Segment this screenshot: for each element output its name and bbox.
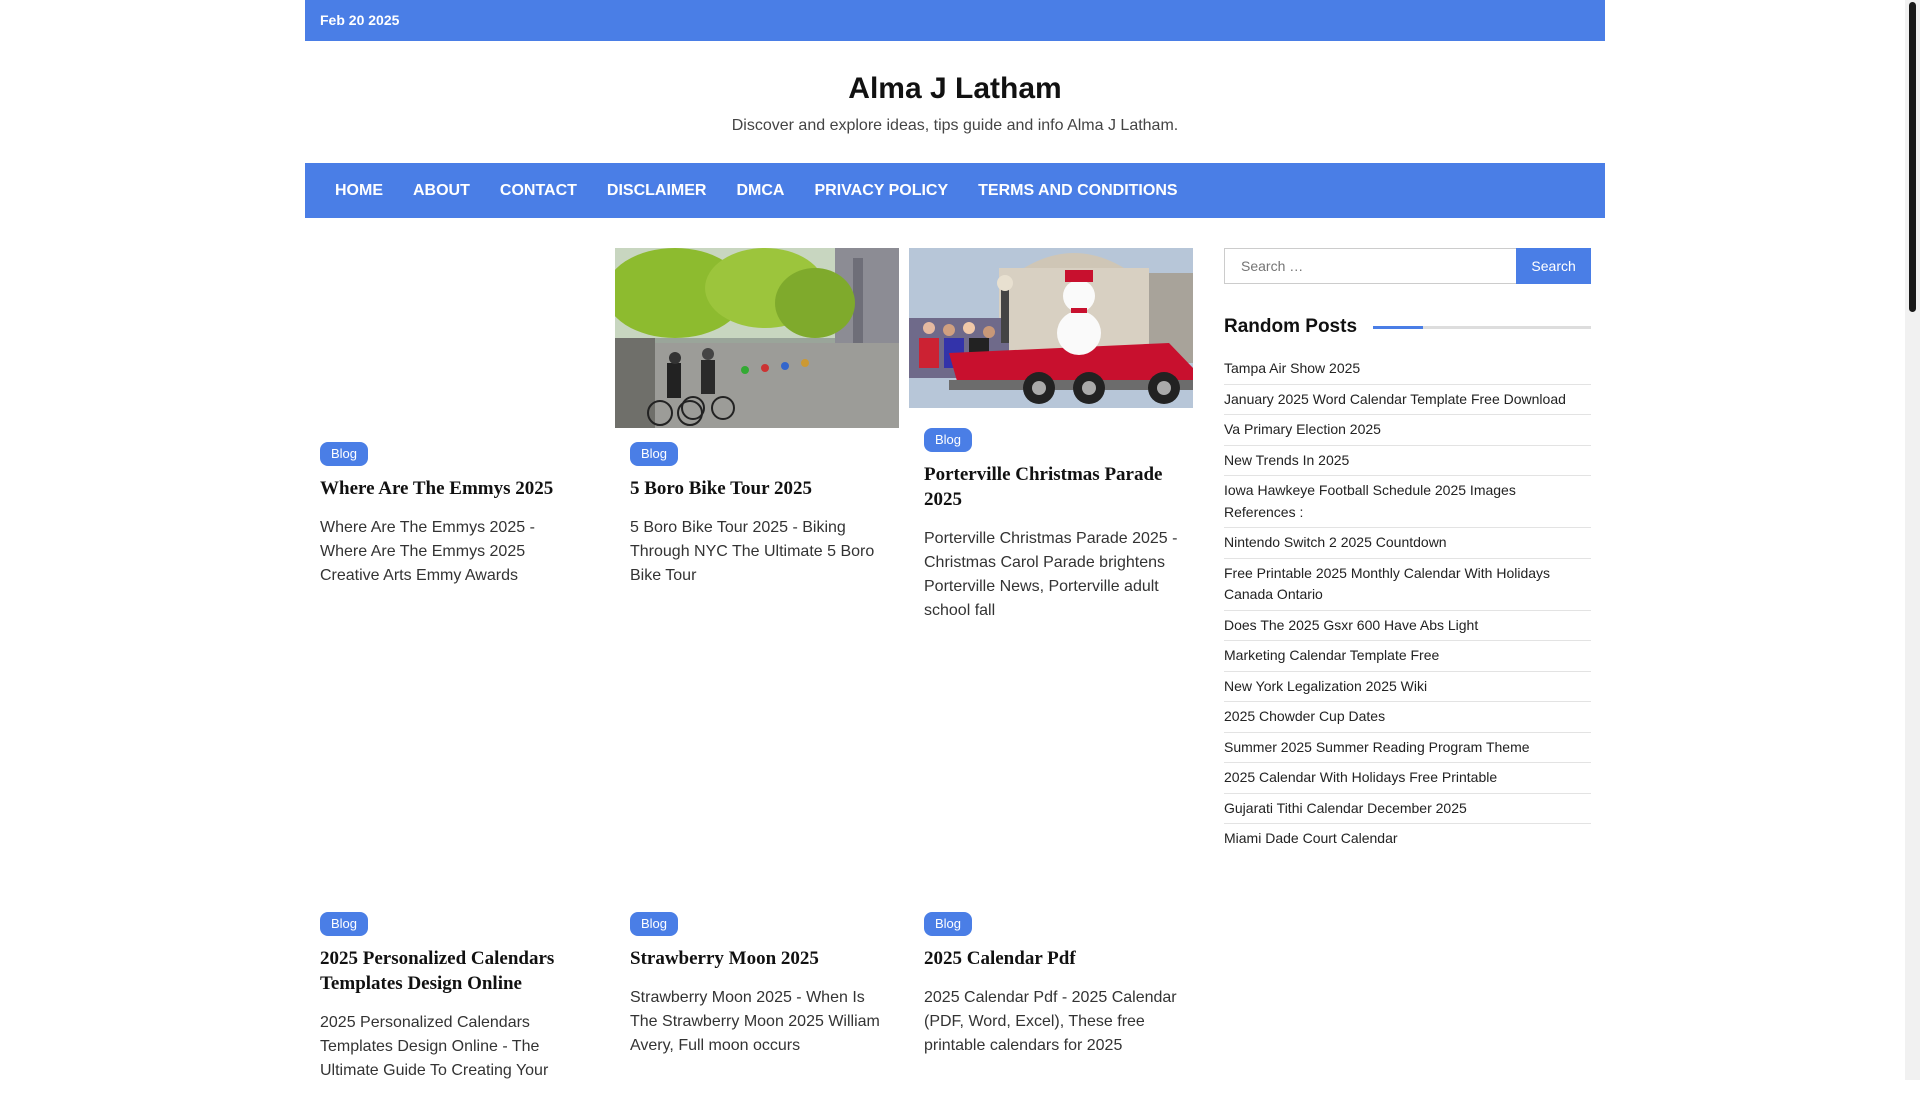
category-badge[interactable]: Blog bbox=[630, 912, 679, 936]
post-thumbnail-cyclists[interactable] bbox=[615, 248, 899, 428]
random-post-link[interactable]: Marketing Calendar Template Free bbox=[1224, 641, 1591, 672]
parade-float-photo-icon bbox=[909, 248, 1193, 408]
top-bar: Feb 20 2025 bbox=[305, 0, 1605, 41]
post-title[interactable]: Strawberry Moon 2025 bbox=[630, 946, 893, 971]
post-excerpt: Strawberry Moon 2025 - When Is The Straw… bbox=[630, 989, 880, 1054]
widget-heading: Random Posts bbox=[1224, 316, 1358, 337]
post-title[interactable]: 2025 Calendar Pdf bbox=[924, 946, 1187, 971]
category-badge[interactable]: Blog bbox=[630, 442, 679, 466]
post-thumbnail-empty[interactable] bbox=[305, 718, 589, 898]
page-scrollbar[interactable] bbox=[1905, 0, 1920, 1080]
random-post-link[interactable]: Summer 2025 Summer Reading Program Theme bbox=[1224, 733, 1591, 763]
random-post-link[interactable]: Miami Dade Court Calendar bbox=[1224, 824, 1591, 854]
post-thumbnail-empty[interactable] bbox=[305, 248, 589, 428]
nav-dmca[interactable]: DMCA bbox=[721, 163, 799, 218]
random-post-link[interactable]: January 2025 Word Calendar Template Free… bbox=[1224, 385, 1591, 415]
post-card: Blog Strawberry Moon 2025 Strawberry Moo… bbox=[615, 718, 899, 1058]
post-thumbnail-empty[interactable] bbox=[615, 718, 899, 898]
random-post-link[interactable]: Va Primary Election 2025 bbox=[1224, 415, 1591, 446]
post-card: Blog 2025 Personalized Calendars Templat… bbox=[305, 718, 589, 1083]
random-post-link[interactable]: New York Legalization 2025 Wiki bbox=[1224, 672, 1591, 702]
random-post-link[interactable]: 2025 Calendar With Holidays Free Printab… bbox=[1224, 763, 1591, 794]
main-navigation: HOME ABOUT CONTACT DISCLAIMER DMCA PRIVA… bbox=[305, 163, 1605, 218]
search-input[interactable] bbox=[1224, 248, 1517, 284]
category-badge[interactable]: Blog bbox=[924, 428, 973, 452]
post-card: Blog Where Are The Emmys 2025 Where Are … bbox=[305, 248, 589, 588]
post-title[interactable]: 5 Boro Bike Tour 2025 bbox=[630, 476, 893, 501]
random-post-link[interactable]: Does The 2025 Gsxr 600 Have Abs Light bbox=[1224, 611, 1591, 641]
post-excerpt: 2025 Personalized Calendars Templates De… bbox=[320, 1014, 549, 1079]
post-card: Blog 2025 Calendar Pdf 2025 Calendar Pdf… bbox=[909, 718, 1193, 1058]
current-date: Feb 20 2025 bbox=[320, 12, 400, 28]
heading-divider-accent bbox=[1373, 325, 1424, 329]
nav-about[interactable]: ABOUT bbox=[398, 163, 485, 218]
random-post-link[interactable]: New Trends In 2025 bbox=[1224, 446, 1591, 476]
post-title[interactable]: 2025 Personalized Calendars Templates De… bbox=[320, 946, 583, 996]
nav-terms-and-conditions[interactable]: TERMS AND CONDITIONS bbox=[963, 163, 1192, 218]
sidebar: Search Random Posts Tampa Air Show 2025 … bbox=[1224, 248, 1591, 854]
category-badge[interactable]: Blog bbox=[924, 912, 973, 936]
random-post-link[interactable]: Free Printable 2025 Monthly Calendar Wit… bbox=[1224, 559, 1591, 611]
post-card: Blog Porterville Christmas Parade 2025 P… bbox=[909, 248, 1193, 623]
random-post-link[interactable]: Iowa Hawkeye Football Schedule 2025 Imag… bbox=[1224, 476, 1591, 528]
nav-privacy-policy[interactable]: PRIVACY POLICY bbox=[799, 163, 963, 218]
nav-contact[interactable]: CONTACT bbox=[485, 163, 592, 218]
search-button[interactable]: Search bbox=[1516, 248, 1591, 284]
post-thumbnail-empty[interactable] bbox=[909, 718, 1193, 898]
category-badge[interactable]: Blog bbox=[320, 442, 369, 466]
scrollbar-thumb[interactable] bbox=[1909, 2, 1916, 312]
post-title[interactable]: Where Are The Emmys 2025 bbox=[320, 476, 583, 501]
random-post-link[interactable]: Gujarati Tithi Calendar December 2025 bbox=[1224, 794, 1591, 824]
random-post-link[interactable]: Nintendo Switch 2 2025 Countdown bbox=[1224, 528, 1591, 559]
post-excerpt: Where Are The Emmys 2025 - Where Are The… bbox=[320, 519, 535, 584]
random-post-link[interactable]: 2025 Chowder Cup Dates bbox=[1224, 702, 1591, 733]
random-posts-widget-title: Random Posts bbox=[1224, 316, 1591, 338]
site-title[interactable]: Alma J Latham bbox=[305, 41, 1605, 107]
post-excerpt: 5 Boro Bike Tour 2025 - Biking Through N… bbox=[630, 519, 875, 584]
post-excerpt: Porterville Christmas Parade 2025 - Chri… bbox=[924, 530, 1178, 619]
post-excerpt: 2025 Calendar Pdf - 2025 Calendar (PDF, … bbox=[924, 989, 1177, 1054]
cyclists-photo-icon bbox=[615, 248, 899, 428]
heading-divider bbox=[1373, 325, 1591, 329]
nav-home[interactable]: HOME bbox=[320, 163, 398, 218]
nav-disclaimer[interactable]: DISCLAIMER bbox=[592, 163, 722, 218]
post-thumbnail-parade[interactable] bbox=[909, 248, 1193, 408]
category-badge[interactable]: Blog bbox=[320, 912, 369, 936]
random-post-link[interactable]: Tampa Air Show 2025 bbox=[1224, 354, 1591, 385]
post-card: Blog 5 Boro Bike Tour 2025 5 Boro Bike T… bbox=[615, 248, 899, 588]
random-posts-list: Tampa Air Show 2025 January 2025 Word Ca… bbox=[1224, 354, 1591, 854]
post-title[interactable]: Porterville Christmas Parade 2025 bbox=[924, 462, 1187, 512]
site-description: Discover and explore ideas, tips guide a… bbox=[731, 117, 1179, 134]
site-header: Alma J Latham Discover and explore ideas… bbox=[305, 41, 1605, 163]
search-form: Search bbox=[1224, 248, 1591, 284]
